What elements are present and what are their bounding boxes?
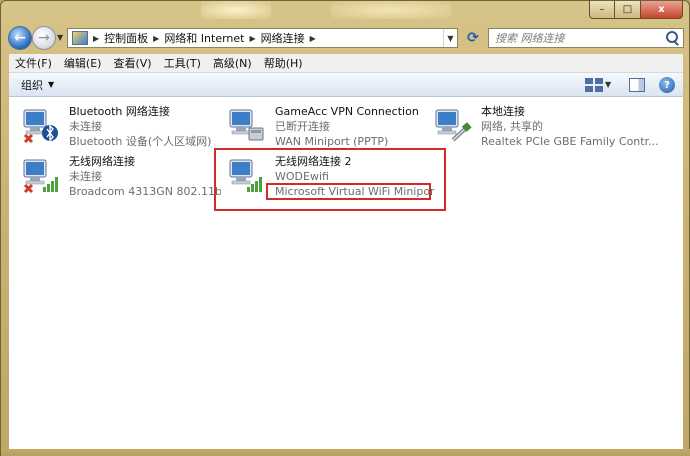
menu-advanced[interactable]: 高级(N) [207,55,258,71]
menu-view[interactable]: 查看(V) [107,55,157,71]
forward-arrow-icon: → [38,30,50,46]
connection-device: Broadcom 4313GN 802.11b/g... [69,185,221,198]
connections-list: Bluetooth 网络连接 未连接 Bluetooth 设备(个人区域网) G… [9,97,683,449]
highlight-box [214,148,446,211]
maximize-button[interactable]: □ [615,1,641,19]
organize-button[interactable]: 组织 ▼ [21,77,54,93]
wireless-network-icon [23,159,58,194]
preview-pane-icon[interactable] [629,78,645,92]
search-icon[interactable] [664,30,680,46]
connection-name: 本地连接 [481,105,525,118]
local-network-icon [435,109,472,142]
connection-status: 网络, 共享的 [481,120,543,133]
breadcrumb: ▶ 控制面板 ▶ 网络和 Internet ▶ 网络连接 ▶ [88,29,321,47]
chevron-down-icon: ▼ [48,80,55,89]
menu-bar: 文件(F) 编辑(E) 查看(V) 工具(T) 高级(N) 帮助(H) [9,54,683,73]
menu-tools[interactable]: 工具(T) [158,55,207,71]
recent-pages-dropdown[interactable]: ▼ [57,33,63,42]
chevron-right-icon[interactable]: ▶ [310,34,316,43]
connection-name: 无线网络连接 [69,155,135,168]
back-arrow-icon: ← [14,30,26,46]
list-item[interactable]: 本地连接 网络, 共享的 Realtek PCIe GBE Family Con… [433,104,673,150]
window-bottom-border [1,449,690,456]
list-item[interactable]: GameAcc VPN Connection 已断开连接 WAN Minipor… [227,104,427,150]
chevron-right-icon[interactable]: ▶ [93,34,99,43]
change-view-icon[interactable] [585,78,603,92]
breadcrumb-item[interactable]: 控制面板 [104,30,148,46]
chevron-right-icon[interactable]: ▶ [250,34,256,43]
view-options-dropdown[interactable]: ▼ [605,80,611,89]
bluetooth-network-icon [23,109,58,144]
search-input[interactable]: 搜索 网络连接 [495,30,664,46]
list-item[interactable]: 无线网络连接 未连接 Broadcom 4313GN 802.11b/g... [21,154,221,200]
connection-device: WAN Miniport (PPTP) [275,135,389,148]
list-item[interactable]: Bluetooth 网络连接 未连接 Bluetooth 设备(个人区域网) [21,104,221,150]
caption-glow [201,1,271,19]
minimize-button[interactable]: – [589,1,615,19]
menu-edit[interactable]: 编辑(E) [58,55,108,71]
connection-name: Bluetooth 网络连接 [69,105,170,118]
menu-file[interactable]: 文件(F) [9,55,58,71]
connection-name: GameAcc VPN Connection [275,105,419,118]
caption-glow [331,1,451,19]
help-icon[interactable]: ? [659,77,675,93]
control-panel-icon [72,31,88,45]
search-box[interactable]: 搜索 网络连接 [488,28,684,48]
breadcrumb-item[interactable]: 网络和 Internet [164,30,244,46]
menu-help[interactable]: 帮助(H) [258,55,309,71]
address-bar[interactable]: ▶ 控制面板 ▶ 网络和 Internet ▶ 网络连接 ▶ ▼ [67,28,458,48]
connection-status: 未连接 [69,170,102,183]
connection-status: 已断开连接 [275,120,330,133]
window-controls: – □ x [589,1,683,19]
chevron-right-icon[interactable]: ▶ [153,34,159,43]
organize-label: 组织 [21,78,43,92]
address-dropdown[interactable]: ▼ [443,29,457,47]
breadcrumb-item[interactable]: 网络连接 [261,30,305,46]
vpn-network-icon [229,109,264,141]
command-bar: 组织 ▼ ▼ ? [9,73,683,97]
forward-button[interactable]: → [32,26,56,50]
highlight-box [266,183,431,200]
close-button[interactable]: x [641,1,683,19]
back-button[interactable]: ← [8,26,32,50]
connection-device: Realtek PCIe GBE Family Contr... [481,135,659,148]
refresh-button[interactable]: ⟳ [462,28,484,48]
window-frame: – □ x ← → ▼ ▶ 控制面板 ▶ 网络和 Internet ▶ 网络连接… [0,0,690,456]
refresh-icon: ⟳ [467,30,479,46]
connection-status: 未连接 [69,120,102,133]
connection-device: Bluetooth 设备(个人区域网) [69,135,212,148]
